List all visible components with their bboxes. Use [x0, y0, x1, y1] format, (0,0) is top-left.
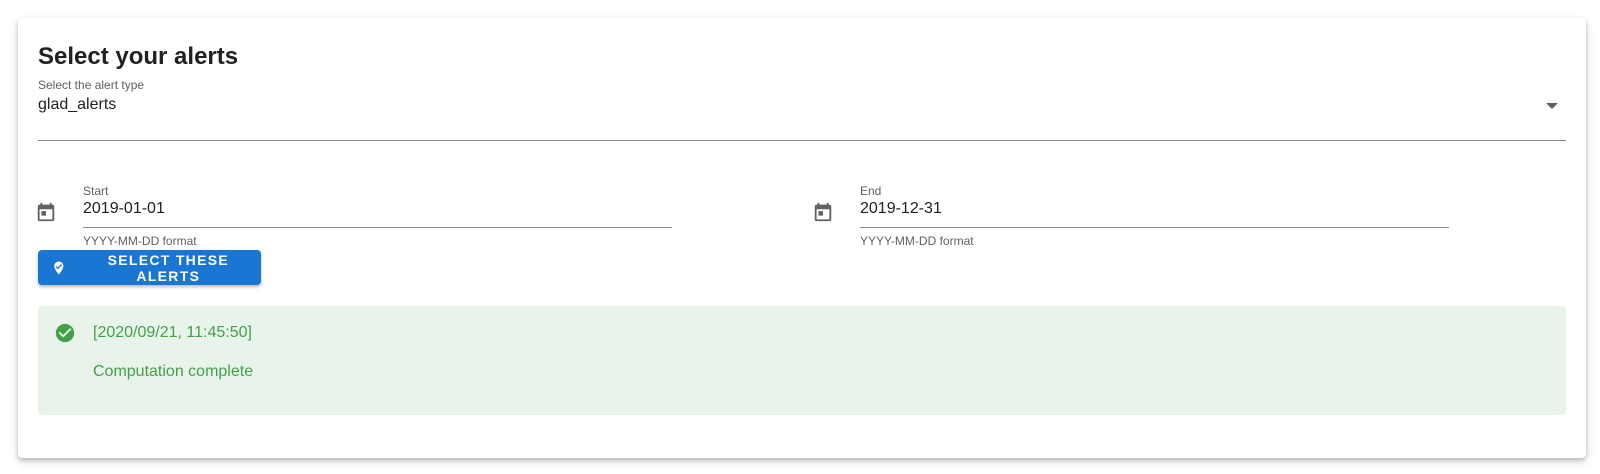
end-date-field[interactable]: End — [860, 183, 1449, 228]
select-alerts-panel: Select your alerts Select the alert type… — [18, 18, 1586, 458]
alert-message: Computation complete — [93, 363, 254, 380]
select-alerts-button[interactable]: Select these alerts — [38, 250, 261, 285]
dropdown-arrow-icon[interactable] — [1546, 103, 1558, 109]
end-date-input[interactable] — [860, 200, 1449, 218]
calendar-icon[interactable] — [35, 201, 57, 223]
start-date-field[interactable]: Start — [83, 183, 672, 228]
end-date-group: End YYYY-MM-DD format — [812, 183, 1449, 253]
start-date-helper: YYYY-MM-DD format — [83, 234, 197, 248]
alert-type-label: Select the alert type — [38, 78, 145, 92]
panel-title: Select your alerts — [38, 43, 239, 70]
map-marker-check-icon — [54, 260, 64, 275]
alert-timestamp: [2020/09/21, 11:45:50] — [93, 324, 252, 341]
start-date-input[interactable] — [83, 200, 672, 218]
select-alerts-button-label: Select these alerts — [107, 251, 230, 284]
check-circle-icon — [55, 323, 75, 343]
end-date-helper: YYYY-MM-DD format — [860, 234, 974, 248]
calendar-icon[interactable] — [812, 201, 834, 223]
start-date-label: Start — [83, 184, 109, 198]
success-alert: [2020/09/21, 11:45:50] Computation compl… — [38, 306, 1566, 415]
start-date-group: Start YYYY-MM-DD format — [35, 183, 672, 253]
alert-type-value: glad_alerts — [38, 96, 117, 113]
end-date-label: End — [860, 184, 882, 198]
alert-type-select[interactable]: Select the alert type glad_alerts — [38, 78, 1566, 141]
